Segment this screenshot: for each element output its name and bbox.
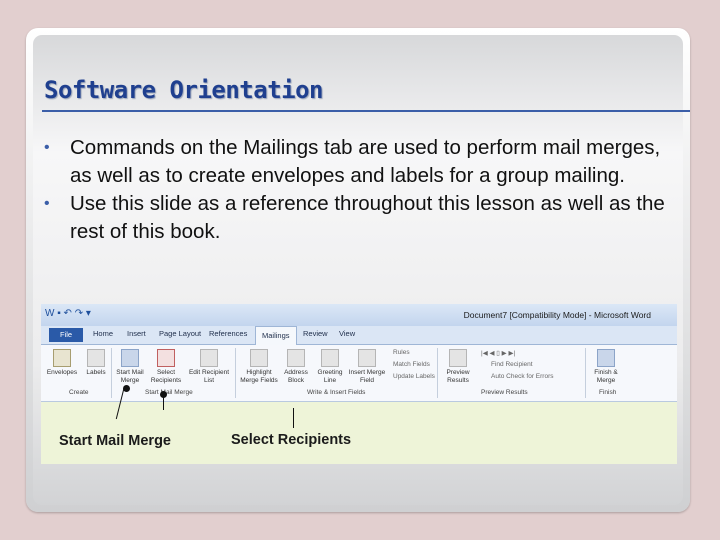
group-write-insert-fields: Write & Insert Fields [307,389,366,396]
finish-merge-icon [597,349,615,367]
tab-home[interactable]: Home [93,329,113,338]
greeting-line-button[interactable]: Greeting Line [313,349,347,385]
highlight-icon [250,349,268,367]
labels-icon [87,349,105,367]
group-finish: Finish [599,389,617,396]
callout-dot [123,385,130,392]
insert-merge-field-button[interactable]: Insert Merge Field [347,349,387,385]
envelope-icon [53,349,71,367]
start-mail-merge-button[interactable]: Start Mail Merge [113,349,147,385]
tab-view[interactable]: View [339,329,355,338]
word-title-bar: W ▪ ↶ ↷ ▾ Document7 [Compatibility Mode]… [41,304,677,326]
tab-page-layout[interactable]: Page Layout [159,329,201,338]
preview-icon [449,349,467,367]
greeting-line-icon [321,349,339,367]
match-fields-button[interactable]: Match Fields [393,361,430,368]
tab-references[interactable]: References [209,329,247,338]
highlight-merge-fields-button[interactable]: Highlight Merge Fields [239,349,279,385]
bullet-text: Commands on the Mailings tab are used to… [70,136,661,187]
title-underline [42,110,690,112]
mailings-ribbon: Envelopes Labels Start Mail Merge Select… [41,345,677,402]
insert-field-icon [358,349,376,367]
labels-button[interactable]: Labels [79,349,113,377]
group-divider [235,348,236,398]
group-divider [111,348,112,398]
tab-file[interactable]: File [49,328,83,342]
group-create: Create [69,389,89,396]
update-labels-button[interactable]: Update Labels [393,373,435,380]
ribbon-group-labels: Create Start Mail Merge Write & Insert F… [41,389,677,401]
record-navigation-icon[interactable]: |◀ ◀ ▯ ▶ ▶| [481,349,515,357]
address-block-icon [287,349,305,367]
finish-merge-button[interactable]: Finish & Merge [589,349,623,385]
envelopes-button[interactable]: Envelopes [45,349,79,377]
group-divider [585,348,586,398]
bullet-dot-icon: • [44,195,50,212]
callout-select-recipients: Select Recipients [231,432,352,448]
quick-access-toolbar-icon: W ▪ ↶ ↷ ▾ [45,308,91,319]
ribbon-tab-bar: File Home Insert Page Layout References … [41,326,677,345]
tab-mailings[interactable]: Mailings [255,326,297,345]
rules-button[interactable]: Rules [393,349,410,356]
preview-results-button[interactable]: Preview Results [441,349,475,385]
bullet-item: • Use this slide as a reference througho… [44,190,680,246]
group-preview-results: Preview Results [481,389,528,396]
bullet-dot-icon: • [44,139,50,156]
callout-line-marker [293,408,294,428]
recipients-icon [157,349,175,367]
slide-title: Software Orientation [44,76,323,104]
group-start-mail-merge: Start Mail Merge [145,389,193,396]
find-recipient-button[interactable]: Find Recipient [491,361,533,368]
tab-insert[interactable]: Insert [127,329,146,338]
bullet-list: • Commands on the Mailings tab are used … [44,134,680,246]
auto-check-errors-button[interactable]: Auto Check for Errors [491,373,554,380]
word-ribbon-screenshot: W ▪ ↶ ↷ ▾ Document7 [Compatibility Mode]… [41,304,677,464]
group-divider [437,348,438,398]
callout-start-mail-merge: Start Mail Merge [59,433,171,449]
edit-list-icon [200,349,218,367]
bullet-item: • Commands on the Mailings tab are used … [44,134,680,190]
edit-recipient-list-button[interactable]: Edit Recipient List [187,349,231,385]
tab-review[interactable]: Review [303,329,328,338]
select-recipients-button[interactable]: Select Recipients [149,349,183,385]
mail-merge-icon [121,349,139,367]
window-title: Document7 [Compatibility Mode] - Microso… [463,310,651,320]
address-block-button[interactable]: Address Block [279,349,313,385]
bullet-text: Use this slide as a reference throughout… [70,192,665,243]
callout-dot [160,391,167,398]
